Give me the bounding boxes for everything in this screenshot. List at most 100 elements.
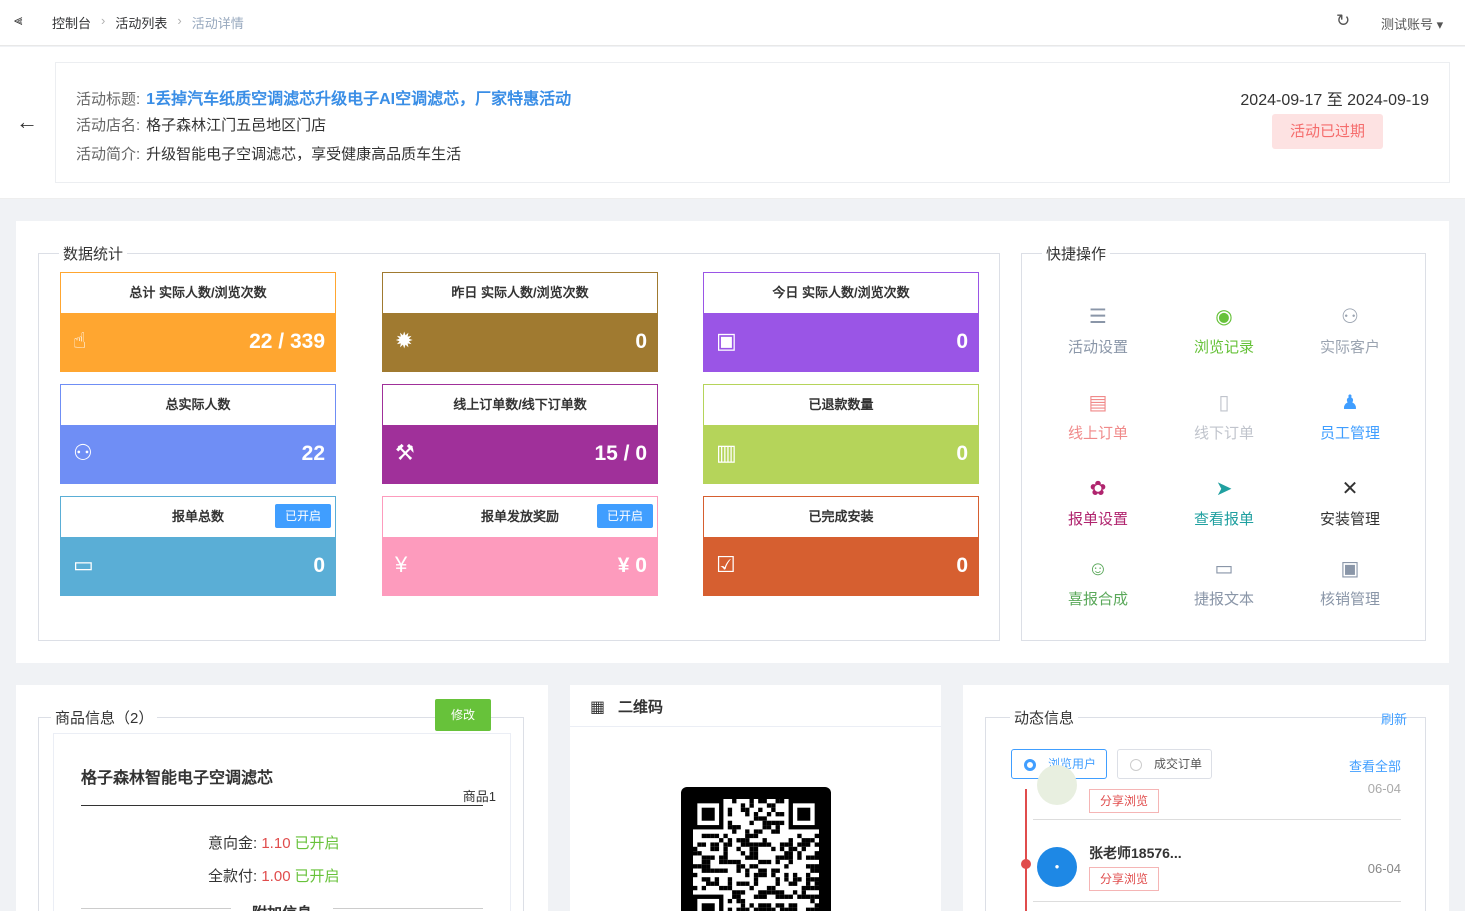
stat-tile: 已完成安装 ☑ 0 xyxy=(703,496,979,596)
quick-action-label: 核销管理 xyxy=(1319,591,1380,608)
message-icon: ▭ xyxy=(1214,558,1234,580)
stat-tile-title: 报单总数 xyxy=(171,509,224,524)
stat-tile-value: 22 / 339 xyxy=(249,330,325,353)
activity-dates: 2024-09-17 至 2024-09-19 xyxy=(1240,92,1429,109)
quick-action-label: 捷报文本 xyxy=(1193,591,1254,608)
activity-store-label: 活动店名: xyxy=(76,117,141,134)
enabled-badge: 已开启 xyxy=(596,504,653,528)
full-pay-row: 全款付: 1.00 已开启 xyxy=(208,865,340,886)
quick-action-label: 浏览记录 xyxy=(1193,339,1254,356)
stat-tile-label: 已退款数量 xyxy=(704,385,978,425)
qr-code[interactable] xyxy=(681,787,831,911)
stat-tile-title: 已完成安装 xyxy=(808,509,874,524)
document-icon: ▯ xyxy=(1218,392,1230,414)
qrcode-icon: ▦ xyxy=(590,699,606,716)
qr-card: ▦ 二维码 xyxy=(570,685,941,911)
radio-icon xyxy=(1130,759,1142,771)
sliders-icon: ☰ xyxy=(1089,306,1107,328)
stat-tile: 报单总数 已开启 ▭ 0 xyxy=(60,496,336,596)
quick-action-5[interactable]: ▯ 线下订单 xyxy=(1164,390,1284,443)
activity-intro-label: 活动简介: xyxy=(76,146,141,163)
stat-tile: 线上订单数/线下订单数 ⚒ 15 / 0 xyxy=(382,384,658,484)
refund-icon: ▥ xyxy=(716,440,737,465)
quick-action-9[interactable]: ✕ 安装管理 xyxy=(1290,476,1410,529)
stat-tile-label: 昨日 实际人数/浏览次数 xyxy=(383,273,657,313)
feed-item[interactable]: 分享浏览 06-04 xyxy=(1033,765,1401,815)
avatar xyxy=(1037,765,1077,805)
breadcrumb: 控制台 › 活动列表 › 活动详情 xyxy=(52,13,244,32)
quick-action-8[interactable]: ➤ 查看报单 xyxy=(1164,476,1284,529)
data-stats-legend: 数据统计 xyxy=(63,246,124,263)
stat-tile-value: 0 xyxy=(956,330,968,353)
stat-tile-body: ⚒ 15 / 0 xyxy=(383,425,657,483)
gear-icon: ✹ xyxy=(395,328,414,353)
quick-action-2[interactable]: ◉ 浏览记录 xyxy=(1164,304,1284,357)
stat-tile-body: ☝ 22 / 339 xyxy=(61,313,335,371)
divider xyxy=(1033,901,1401,902)
menu-collapse-icon[interactable]: ⫷ xyxy=(14,12,22,29)
avatar: ● xyxy=(1037,847,1077,887)
stat-tile-label: 总实际人数 xyxy=(61,385,335,425)
qr-title: 二维码 xyxy=(618,699,664,716)
stat-tile-body: ▭ 0 xyxy=(61,537,335,595)
edit-goods-button[interactable]: 修改 xyxy=(435,699,491,731)
goods-legend: 商品信息（2） xyxy=(55,710,154,727)
chevron-right-icon: › xyxy=(177,13,182,28)
quick-action-7[interactable]: ✿ 报单设置 xyxy=(1038,476,1158,529)
stat-tile-value: 0 xyxy=(313,554,325,577)
send-icon: ➤ xyxy=(1215,478,1233,500)
chevron-right-icon: › xyxy=(101,13,106,28)
full-pay-label: 全款付: xyxy=(208,868,258,885)
quick-action-11[interactable]: ▭ 捷报文本 xyxy=(1164,556,1284,609)
account-menu[interactable]: 测试账号 ▾ xyxy=(1381,14,1443,33)
quick-action-3[interactable]: ⚇ 实际客户 xyxy=(1290,304,1410,357)
feed-item[interactable]: ● 张老师18576... 分享浏览 06-04 xyxy=(1033,841,1401,897)
stat-tile-body: ☑ 0 xyxy=(704,537,978,595)
calendar-icon: ▣ xyxy=(716,328,737,353)
activity-title: 1丢掉汽车纸质空调滤芯升级电子AI空调滤芯，厂家特惠活动 xyxy=(146,91,572,108)
activity-info-card: 活动标题: 1丢掉汽车纸质空调滤芯升级电子AI空调滤芯，厂家特惠活动 活动店名: 格… xyxy=(55,62,1450,183)
stat-tile-value: 0 xyxy=(956,442,968,465)
quick-action-6[interactable]: ♟ 员工管理 xyxy=(1290,390,1410,443)
timeline-line xyxy=(1025,789,1027,911)
tab-deal-orders[interactable]: 成交订单 xyxy=(1117,749,1212,779)
share-view-tag: 分享浏览 xyxy=(1089,867,1160,891)
hand-icon: ☝ xyxy=(73,328,87,353)
stat-tile-label: 报单发放奖励 已开启 xyxy=(383,497,657,537)
feed-time: 06-04 xyxy=(1367,861,1401,876)
goods-tag: 商品1 xyxy=(462,789,496,804)
stat-tile-label: 报单总数 已开启 xyxy=(61,497,335,537)
refresh-link[interactable]: 刷新 xyxy=(1381,709,1407,728)
tools-icon: ✕ xyxy=(1341,478,1359,500)
breadcrumb-activity-list[interactable]: 活动列表 xyxy=(115,13,167,32)
refresh-icon[interactable]: ↻ xyxy=(1336,11,1350,31)
back-arrow-icon[interactable]: ← xyxy=(16,109,38,135)
stat-tile: 昨日 实际人数/浏览次数 ✹ 0 xyxy=(382,272,658,372)
quick-action-4[interactable]: ▤ 线上订单 xyxy=(1038,390,1158,443)
quick-action-1[interactable]: ☰ 活动设置 xyxy=(1038,304,1158,357)
status-badge: 活动已过期 xyxy=(1272,114,1383,149)
check-doc-icon: ☑ xyxy=(716,552,736,577)
stat-tile-title: 总实际人数 xyxy=(165,397,231,412)
stat-tile-body: ✹ 0 xyxy=(383,313,657,371)
stat-tile-title: 今日 实际人数/浏览次数 xyxy=(772,285,910,300)
qr-header: ▦ 二维码 xyxy=(570,685,941,727)
yen-icon: ¥ xyxy=(395,552,408,577)
view-all-link[interactable]: 查看全部 xyxy=(1349,756,1401,775)
dynamic-card: 动态信息 刷新 浏览用户 成交订单 查看全部 分享浏览 06-04 ● 张老师1… xyxy=(963,685,1449,911)
stat-tile-label: 今日 实际人数/浏览次数 xyxy=(704,273,978,313)
stat-tile-body: ¥ ¥ 0 xyxy=(383,537,657,595)
quick-action-label: 报单设置 xyxy=(1067,511,1128,528)
quick-action-12[interactable]: ▣ 核销管理 xyxy=(1290,556,1410,609)
customers-icon: ⚇ xyxy=(1341,306,1359,328)
breadcrumb-console[interactable]: 控制台 xyxy=(52,13,91,32)
feed-user-name: 张老师18576... xyxy=(1089,845,1182,861)
verify-icon: ▣ xyxy=(1340,558,1360,580)
tab-deal-orders-label: 成交订单 xyxy=(1154,757,1203,771)
stat-tile-value: 22 xyxy=(301,442,325,465)
eye-icon: ◉ xyxy=(1215,306,1233,328)
account-name: 测试账号 xyxy=(1381,17,1434,32)
activity-intro-row: 活动简介: 升级智能电子空调滤芯，享受健康高品质车生活 xyxy=(76,143,461,164)
quick-action-10[interactable]: ☺ 喜报合成 xyxy=(1038,556,1158,609)
activity-store-row: 活动店名: 格子森林江门五邑地区门店 xyxy=(76,114,326,135)
